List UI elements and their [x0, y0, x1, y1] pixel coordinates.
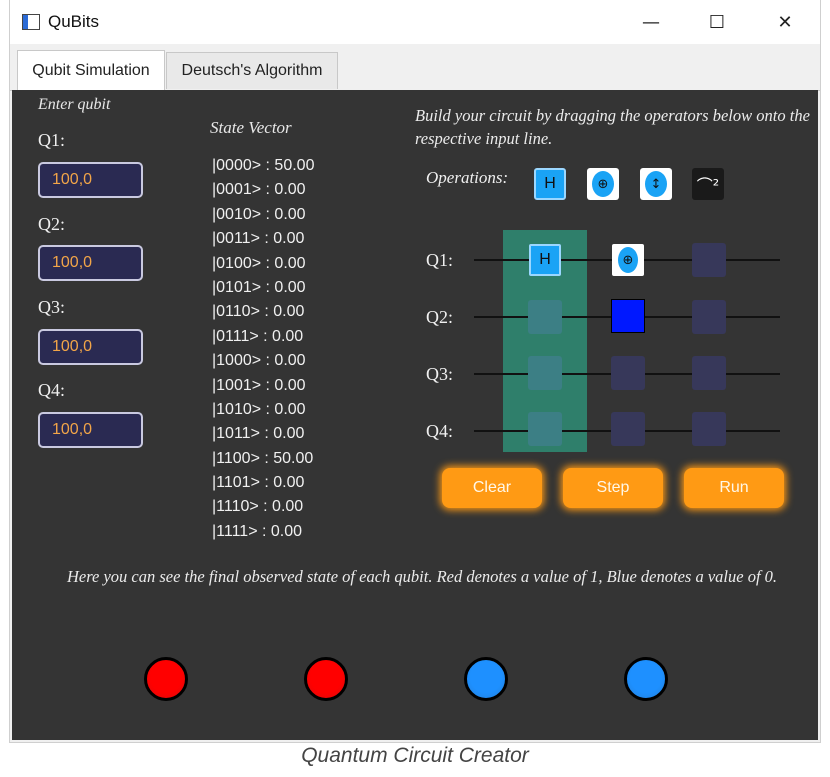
circuit-slot[interactable]	[528, 412, 562, 446]
qubit-input-q3[interactable]	[38, 329, 143, 365]
step-button[interactable]: Step	[563, 468, 663, 508]
state-vector-title: State Vector	[210, 118, 292, 137]
title-bar: QuBits — ☐ ✕	[10, 0, 820, 44]
state-vector-entry: |1000> : 0.00	[212, 352, 306, 370]
qubit-label-q3: Q3:	[38, 297, 65, 317]
circuit-slot[interactable]	[528, 300, 562, 334]
figure-caption: Quantum Circuit Creator	[301, 744, 529, 767]
placed-hadamard-gate[interactable]: H	[529, 244, 561, 276]
qubit-input-q2[interactable]	[38, 245, 143, 281]
qubit-result-indicator	[464, 657, 508, 701]
state-vector-entry: |0010> : 0.00	[212, 205, 306, 223]
minimize-button[interactable]: —	[628, 6, 674, 38]
tab-bar: Qubit Simulation Deutsch's Algorithm	[10, 44, 820, 91]
window-title: QuBits	[48, 12, 100, 31]
circuit-slot[interactable]	[611, 412, 645, 446]
measure-icon[interactable]: ⌒²	[692, 168, 724, 200]
circuit-slot[interactable]	[692, 412, 726, 446]
placed-target-gate[interactable]	[611, 299, 645, 333]
placed-control-gate[interactable]: ⊕	[612, 244, 644, 276]
wire-label-q1: Q1:	[426, 250, 453, 270]
state-vector-entry: |1101> : 0.00	[212, 474, 305, 492]
tab-deutschs-algorithm[interactable]: Deutsch's Algorithm	[166, 52, 338, 89]
state-vector-entry: |0100> : 0.00	[212, 254, 306, 272]
circuit-slot[interactable]	[692, 300, 726, 334]
control-dot-icon[interactable]: ⊕	[587, 168, 619, 200]
wire-label-q2: Q2:	[426, 307, 453, 327]
wire-label-q4: Q4:	[426, 421, 453, 441]
state-vector-entry: |1011> : 0.00	[212, 425, 305, 443]
state-vector-entry: |0000> : 50.00	[212, 157, 315, 174]
app-icon	[22, 14, 40, 30]
hadamard-gate-icon[interactable]: H	[534, 168, 566, 200]
qubit-label-q4: Q4:	[38, 380, 65, 400]
state-vector-entry: |1111> : 0.00	[212, 522, 303, 540]
qubit-result-indicator	[144, 657, 188, 701]
simulation-panel: Enter qubit Q1: Q2: Q3: Q4: State Vector…	[12, 90, 818, 740]
qubit-label-q1: Q1:	[38, 130, 65, 150]
qubit-result-indicator	[624, 657, 668, 701]
enter-qubit-heading: Enter qubit	[38, 96, 111, 113]
swap-icon[interactable]: ↕	[640, 168, 672, 200]
qubit-label-q2: Q2:	[38, 214, 65, 234]
maximize-button[interactable]: ☐	[694, 6, 740, 38]
qubit-input-q1[interactable]	[38, 162, 143, 198]
tab-qubit-simulation[interactable]: Qubit Simulation	[17, 50, 165, 90]
circuit-slot[interactable]	[692, 356, 726, 390]
wire-label-q3: Q3:	[426, 364, 453, 384]
close-button[interactable]: ✕	[762, 6, 808, 38]
operations-label: Operations:	[426, 168, 509, 187]
state-vector-entry: |1110> : 0.00	[212, 498, 304, 516]
circuit-slot[interactable]	[528, 356, 562, 390]
state-vector-entry: |0001> : 0.00	[212, 181, 306, 199]
state-vector-entry: |1100> : 50.00	[212, 449, 314, 467]
state-vector-list: |0000> : 50.00 |0001> : 0.00 |0010> : 0.…	[212, 154, 314, 544]
state-vector-entry: |0111> : 0.00	[212, 327, 304, 345]
qubit-result-indicator	[304, 657, 348, 701]
state-vector-entry: |1010> : 0.00	[212, 400, 306, 418]
circuit-slot[interactable]	[692, 243, 726, 277]
qubit-input-q4[interactable]	[38, 412, 143, 448]
circuit-slot[interactable]	[611, 356, 645, 390]
control-dot-icon: ⊕	[618, 247, 638, 273]
app-window: QuBits — ☐ ✕ Qubit Simulation Deutsch's …	[10, 0, 820, 742]
swap-symbol: ↕	[645, 171, 667, 197]
run-button[interactable]: Run	[684, 468, 784, 508]
state-vector-entry: |0101> : 0.00	[212, 278, 306, 296]
circuit-instructions: Build your circuit by dragging the opera…	[415, 106, 810, 148]
state-vector-entry: |0110> : 0.00	[212, 303, 305, 321]
state-vector-entry: |1001> : 0.00	[212, 376, 306, 394]
clear-button[interactable]: Clear	[442, 468, 542, 508]
state-vector-entry: |0011> : 0.00	[212, 230, 305, 248]
results-description: Here you can see the final observed stat…	[66, 567, 778, 586]
control-dot-symbol: ⊕	[592, 171, 614, 197]
